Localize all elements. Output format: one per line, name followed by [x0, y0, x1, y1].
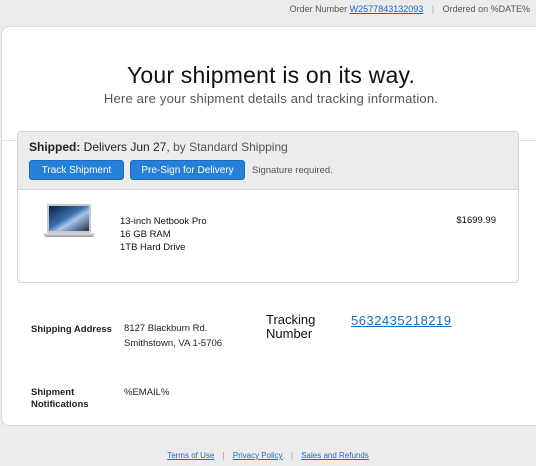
tracking-number-label: Tracking Number	[266, 313, 315, 341]
shipment-actions: Track Shipment Pre-Sign for Delivery Sig…	[29, 160, 507, 180]
item-line: 1TB Hard Drive	[120, 242, 186, 253]
footer-links: Terms of Use | Privacy Policy | Sales an…	[0, 451, 536, 460]
separator: |	[290, 451, 293, 460]
order-number-label: Order Number	[289, 4, 348, 14]
tracking-label-line: Tracking	[266, 312, 316, 327]
notifications-email: %EMAIL%	[124, 387, 170, 398]
shipment-panel: Shipped: Delivers Jun 27, by Standard Sh…	[17, 131, 519, 283]
order-item: 13-inch Netbook Pro 16 GB RAM 1TB Hard D…	[18, 190, 518, 282]
tracking-label-line: Number	[266, 326, 313, 341]
terms-of-use-link[interactable]: Terms of Use	[167, 451, 214, 460]
page-subtitle: Here are your shipment details and track…	[103, 91, 439, 106]
privacy-policy-link[interactable]: Privacy Policy	[233, 451, 283, 460]
item-description: 13-inch Netbook Pro 16 GB RAM 1TB Hard D…	[120, 215, 207, 254]
signature-note: Signature required.	[252, 164, 333, 176]
notifications-label-line: Shipment	[31, 387, 75, 398]
shipping-address-label: Shipping Address	[31, 324, 112, 335]
shipping-method: by Standard Shipping	[173, 140, 288, 154]
shipment-header: Shipped: Delivers Jun 27, by Standard Sh…	[18, 132, 518, 190]
notifications-label-line: Notifications	[31, 399, 89, 410]
track-shipment-button[interactable]: Track Shipment	[29, 160, 124, 180]
laptop-image	[43, 204, 95, 237]
presign-delivery-button[interactable]: Pre-Sign for Delivery	[130, 160, 245, 180]
shipped-label: Shipped:	[29, 140, 81, 154]
order-info-bar: Order Number W2577843132093 | Ordered on…	[0, 0, 536, 18]
shipment-status: Shipped: Delivers Jun 27, by Standard Sh…	[29, 140, 507, 154]
item-line: 13-inch Netbook Pro	[120, 216, 207, 227]
order-number-link[interactable]: W2577843132093	[350, 4, 424, 14]
tracking-number-link[interactable]: 5632435218219	[351, 313, 452, 328]
shipment-notifications-label: Shipment Notifications	[31, 387, 89, 411]
ordered-on-text: Ordered on %DATE%	[442, 4, 530, 14]
address-line: Smithstown, VA 1-5706	[124, 338, 223, 349]
item-price: $1699.99	[456, 215, 496, 226]
hero-section: Your shipment is on its way. Here are yo…	[2, 27, 536, 141]
separator: |	[431, 4, 435, 14]
separator: |	[222, 451, 225, 460]
item-line: 16 GB RAM	[120, 229, 171, 240]
sales-refunds-link[interactable]: Sales and Refunds	[301, 451, 369, 460]
delivery-date: Delivers Jun 27,	[83, 140, 170, 154]
address-line: 8127 Blackburn Rd.	[124, 323, 208, 334]
shipping-address: 8127 Blackburn Rd. Smithstown, VA 1-5706	[124, 321, 222, 351]
page-title: Your shipment is on its way.	[126, 62, 416, 88]
